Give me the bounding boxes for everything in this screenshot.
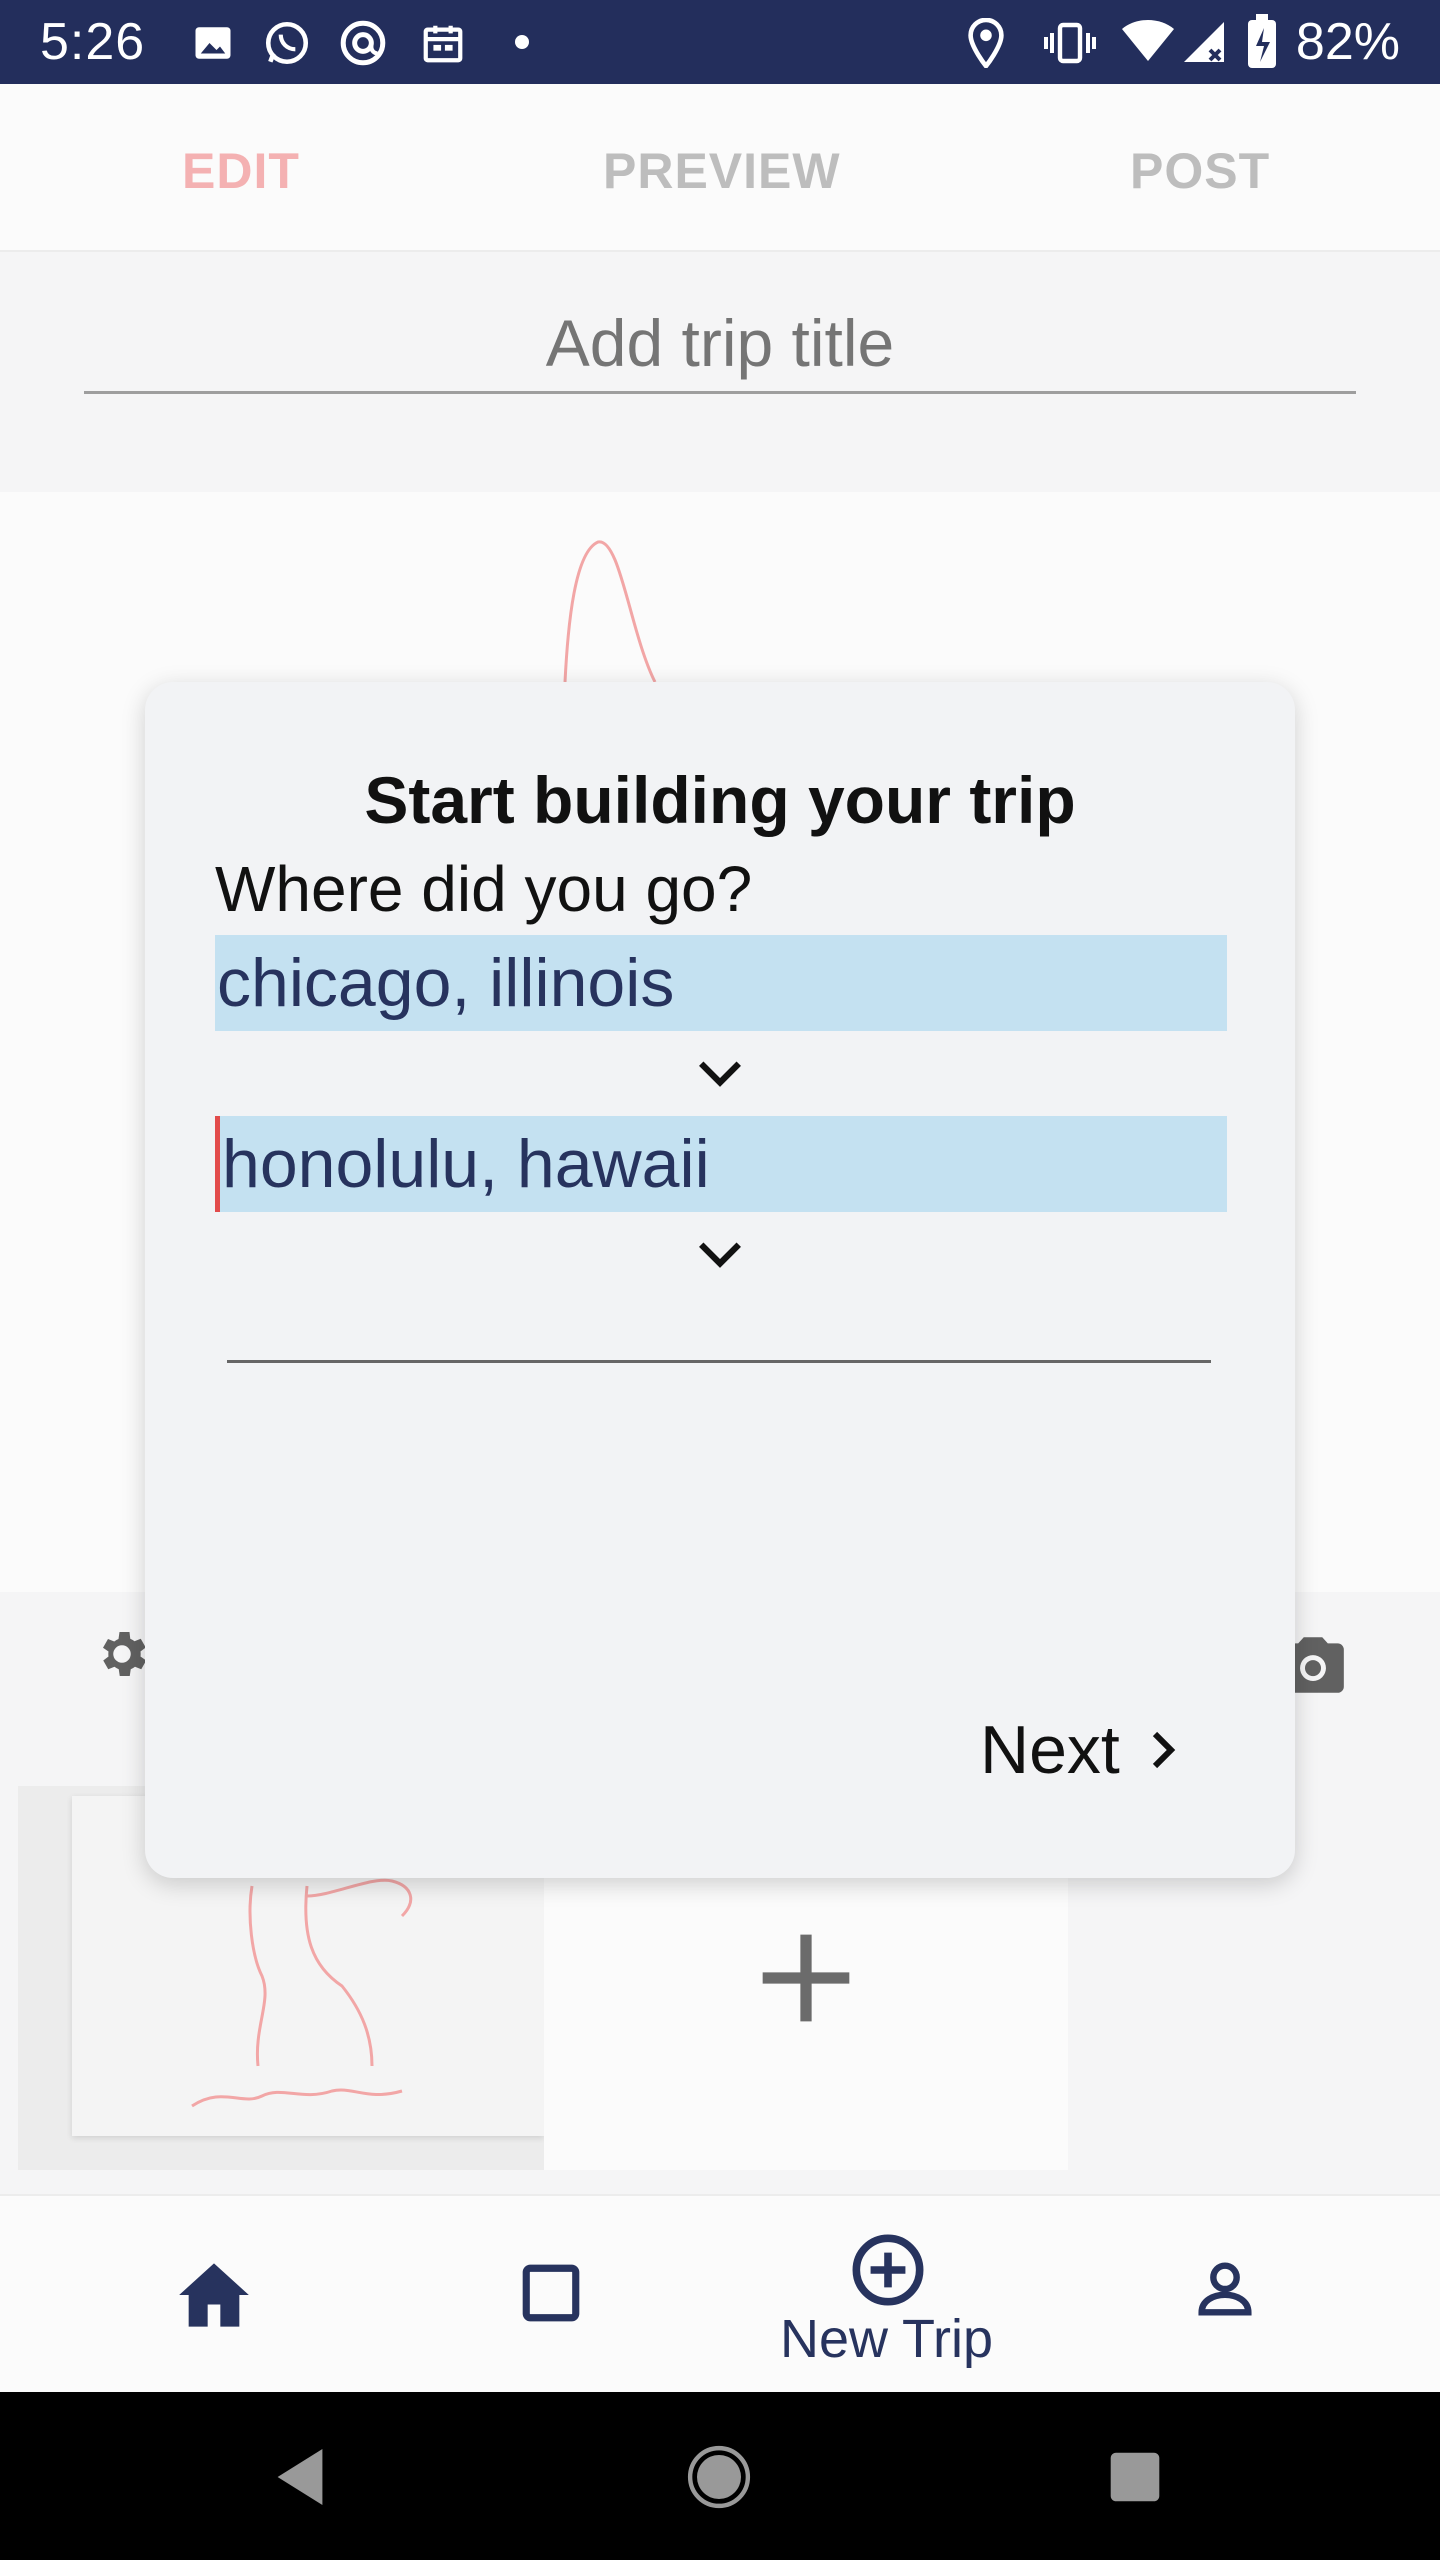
location-field-2[interactable] <box>215 1116 1227 1212</box>
vibrate-icon <box>1044 22 1096 64</box>
battery-icon <box>1248 14 1276 68</box>
calendar-icon <box>423 25 463 63</box>
next-button-label: Next <box>980 1712 1120 1788</box>
title-area <box>0 254 1440 490</box>
plus-icon <box>762 1934 850 2022</box>
tab-edit[interactable]: EDIT <box>182 142 300 200</box>
new-location-input-line[interactable] <box>227 1360 1211 1363</box>
tab-preview[interactable]: PREVIEW <box>603 142 841 200</box>
trip-builder-modal: Start building your trip Where did you g… <box>145 682 1295 1878</box>
chevron-down-icon[interactable] <box>695 1054 745 1090</box>
location-icon <box>968 18 1004 68</box>
person-icon[interactable] <box>1190 2254 1260 2324</box>
new-trip-label[interactable]: New Trip <box>780 2308 993 2370</box>
at-icon <box>340 20 386 66</box>
image-icon <box>195 27 231 59</box>
status-time: 5:26 <box>40 13 146 71</box>
system-navigation-bar <box>0 2392 1440 2560</box>
status-bar: 5:26 82% <box>0 0 1440 84</box>
back-icon[interactable] <box>272 2446 328 2508</box>
chevron-right-icon <box>1152 1731 1176 1769</box>
next-button[interactable]: Next <box>980 1702 1180 1798</box>
add-circle-icon[interactable] <box>850 2232 926 2308</box>
editor-tabs: EDIT PREVIEW POST <box>0 84 1440 252</box>
location-field-1[interactable] <box>215 935 1227 1031</box>
modal-title: Start building your trip <box>364 763 1076 837</box>
dot-icon <box>515 35 529 49</box>
wifi-icon <box>1122 20 1174 61</box>
signal-icon <box>1184 22 1224 62</box>
chevron-down-icon[interactable] <box>695 1235 745 1271</box>
tab-post[interactable]: POST <box>1130 142 1270 200</box>
home-circle-icon[interactable] <box>686 2444 752 2510</box>
bottom-navigation: New Trip <box>0 2194 1440 2392</box>
modal-question: Where did you go? <box>215 853 753 925</box>
trip-title-input[interactable] <box>84 294 1356 394</box>
home-icon[interactable] <box>176 2260 252 2330</box>
battery-percentage: 82% <box>1295 13 1400 71</box>
recents-icon[interactable] <box>1108 2450 1162 2504</box>
whatsapp-icon <box>265 21 309 65</box>
square-icon[interactable] <box>518 2260 584 2326</box>
settings-icon[interactable] <box>92 1624 152 1684</box>
